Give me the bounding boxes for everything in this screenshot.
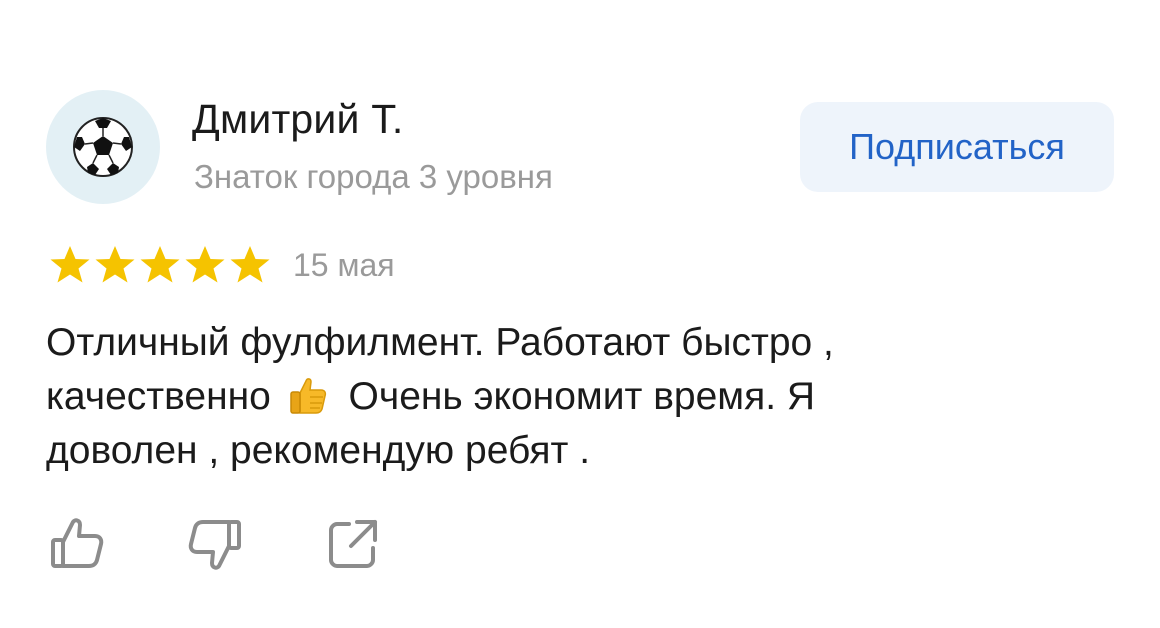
review-text-fragment: качественно	[46, 375, 271, 418]
review-actions	[48, 515, 382, 573]
review-text: Отличный фулфилмент. Работают быстро , к…	[46, 316, 1046, 478]
like-icon	[51, 518, 104, 568]
like-button[interactable]	[48, 515, 106, 573]
review-date: 15 мая	[293, 246, 395, 283]
author-level: Знаток города 3 уровня	[194, 158, 553, 195]
star-icon	[48, 243, 92, 287]
star-rating	[48, 243, 273, 287]
thumbs-up-emoji-icon	[286, 373, 330, 417]
dislike-button[interactable]	[186, 515, 244, 573]
review-card: Дмитрий Т. Знаток города 3 уровня Подпис…	[0, 0, 1160, 628]
subscribe-button[interactable]: Подписаться	[800, 102, 1114, 192]
review-text-line: Отличный фулфилмент. Работают быстро ,	[46, 321, 834, 364]
review-text-line: качественно Очень экономит время. Я	[46, 370, 1046, 424]
star-icon	[183, 243, 227, 287]
star-icon	[138, 243, 182, 287]
share-icon	[329, 520, 377, 568]
review-text-line: доволен , рекомендую ребят .	[46, 429, 591, 472]
soccer-ball-icon	[73, 117, 133, 177]
share-button[interactable]	[324, 515, 382, 573]
star-icon	[228, 243, 272, 287]
dislike-icon	[188, 520, 241, 570]
rating-row: 15 мая	[48, 240, 395, 290]
star-icon	[93, 243, 137, 287]
author-name[interactable]: Дмитрий Т.	[192, 96, 404, 143]
avatar[interactable]	[46, 90, 160, 204]
review-text-fragment: Очень экономит время. Я	[348, 375, 816, 418]
